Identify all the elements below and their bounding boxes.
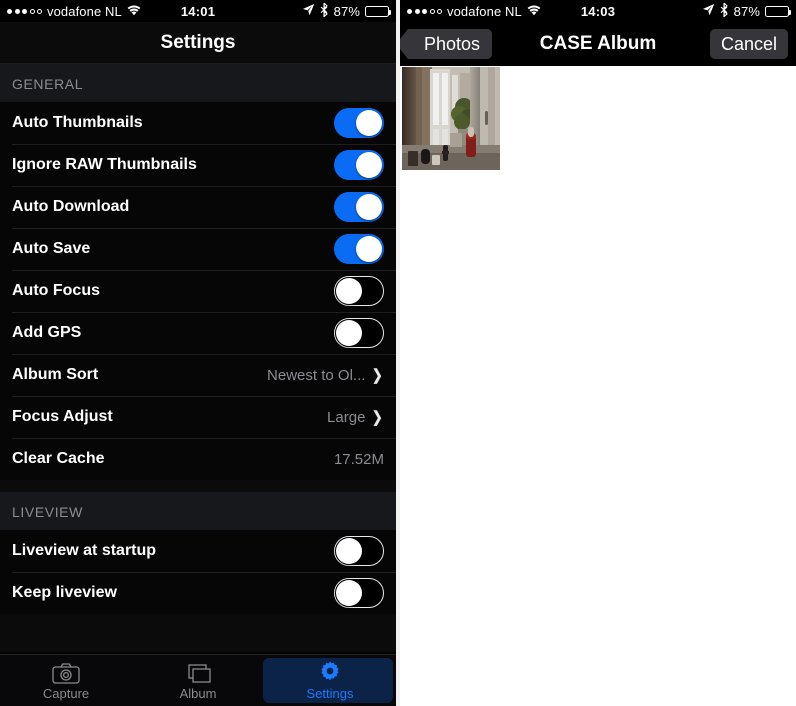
gear-icon xyxy=(318,660,342,684)
row-label: Add GPS xyxy=(12,324,82,341)
row-label: Focus Adjust xyxy=(12,408,113,425)
row-label: Auto Save xyxy=(12,240,91,257)
cancel-button[interactable]: Cancel xyxy=(709,29,788,59)
row-ignore-raw-thumbnails[interactable]: Ignore RAW Thumbnails xyxy=(0,144,396,186)
toggle-liveview-at-startup[interactable] xyxy=(334,536,384,566)
photo-grid xyxy=(400,66,796,706)
status-bar-time: 14:03 xyxy=(580,3,616,19)
chevron-right-icon: ❯ xyxy=(372,366,384,384)
street-photo-thumbnail[interactable] xyxy=(402,67,500,170)
row-label: Liveview at startup xyxy=(12,542,157,559)
toggle-auto-thumbnails[interactable] xyxy=(334,108,384,138)
tab-label-album: Album xyxy=(179,686,217,701)
row-control xyxy=(334,536,384,566)
toggle-auto-save[interactable] xyxy=(334,234,384,264)
row-auto-download[interactable]: Auto Download xyxy=(0,186,396,228)
row-value-focus-adjust: Large xyxy=(327,408,366,426)
toggle-add-gps[interactable] xyxy=(334,318,384,348)
row-label: Auto Focus xyxy=(12,282,100,299)
row-label: Keep liveview xyxy=(12,584,117,601)
chevron-right-icon: ❯ xyxy=(372,408,384,426)
photos-stack-icon xyxy=(184,660,212,684)
page-title: Settings xyxy=(160,31,236,53)
section-gap xyxy=(0,480,396,492)
toggle-keep-liveview[interactable] xyxy=(334,578,384,608)
toggle-ignore-raw-thumbnails[interactable] xyxy=(334,150,384,180)
toggle-auto-focus[interactable] xyxy=(334,276,384,306)
row-control xyxy=(334,578,384,608)
settings-list: GENERAL Auto Thumbnails Ignore RAW Thumb… xyxy=(0,64,396,652)
back-button-photos[interactable]: Photos xyxy=(400,29,493,59)
row-add-gps[interactable]: Add GPS xyxy=(0,312,396,354)
row-control: Large ❯ xyxy=(327,409,384,426)
cancel-button-label: Cancel xyxy=(720,33,777,54)
row-control xyxy=(334,318,384,348)
row-liveview-at-startup[interactable]: Liveview at startup xyxy=(0,530,396,572)
row-auto-focus[interactable]: Auto Focus xyxy=(0,270,396,312)
nav-bar-left: Settings xyxy=(0,22,396,64)
back-button-label: Photos xyxy=(424,33,481,54)
row-auto-thumbnails[interactable]: Auto Thumbnails xyxy=(0,102,396,144)
tab-label-settings: Settings xyxy=(306,686,354,701)
row-label: Clear Cache xyxy=(12,450,105,467)
right-phone-panel: vodafone NL 14:03 87% Photos CASE Album … xyxy=(400,0,796,706)
left-phone-panel: vodafone NL 14:01 87% Settings GENERAL A… xyxy=(0,0,396,706)
row-label: Auto Thumbnails xyxy=(12,114,143,131)
camera-icon xyxy=(52,660,80,684)
row-clear-cache[interactable]: Clear Cache 17.52M xyxy=(0,438,396,480)
tab-bar: Capture Album Settings xyxy=(0,654,396,706)
row-keep-liveview[interactable]: Keep liveview xyxy=(0,572,396,614)
nav-bar-right: Photos CASE Album Cancel xyxy=(400,22,796,66)
battery-icon xyxy=(765,5,791,17)
row-control: Newest to Ol... ❯ xyxy=(267,367,384,384)
row-label: Album Sort xyxy=(12,366,99,383)
section-header-general: GENERAL xyxy=(0,64,396,102)
battery-icon xyxy=(365,5,391,17)
tab-label-capture: Capture xyxy=(42,686,90,701)
toggle-auto-download[interactable] xyxy=(334,192,384,222)
row-value-clear-cache: 17.52M xyxy=(333,450,384,468)
status-bar-right: vodafone NL 14:03 87% xyxy=(400,0,796,22)
row-album-sort[interactable]: Album Sort Newest to Ol... ❯ xyxy=(0,354,396,396)
list-bottom-filler xyxy=(0,614,396,652)
row-control xyxy=(334,150,384,180)
section-header-liveview: LIVEVIEW xyxy=(0,492,396,530)
row-control xyxy=(334,234,384,264)
dual-phone-screenshot: vodafone NL 14:01 87% Settings GENERAL A… xyxy=(0,0,796,706)
row-value-album-sort: Newest to Ol... xyxy=(267,366,366,384)
tab-album[interactable]: Album xyxy=(132,655,264,706)
row-label: Auto Download xyxy=(12,198,130,215)
row-control xyxy=(334,192,384,222)
row-control xyxy=(334,276,384,306)
row-label: Ignore RAW Thumbnails xyxy=(12,156,197,173)
row-control: 17.52M xyxy=(334,451,384,468)
status-bar-time: 14:01 xyxy=(180,3,216,19)
row-auto-save[interactable]: Auto Save xyxy=(0,228,396,270)
row-focus-adjust[interactable]: Focus Adjust Large ❯ xyxy=(0,396,396,438)
tab-capture[interactable]: Capture xyxy=(0,655,132,706)
status-bar-left: vodafone NL 14:01 87% xyxy=(0,0,396,22)
row-control xyxy=(334,108,384,138)
